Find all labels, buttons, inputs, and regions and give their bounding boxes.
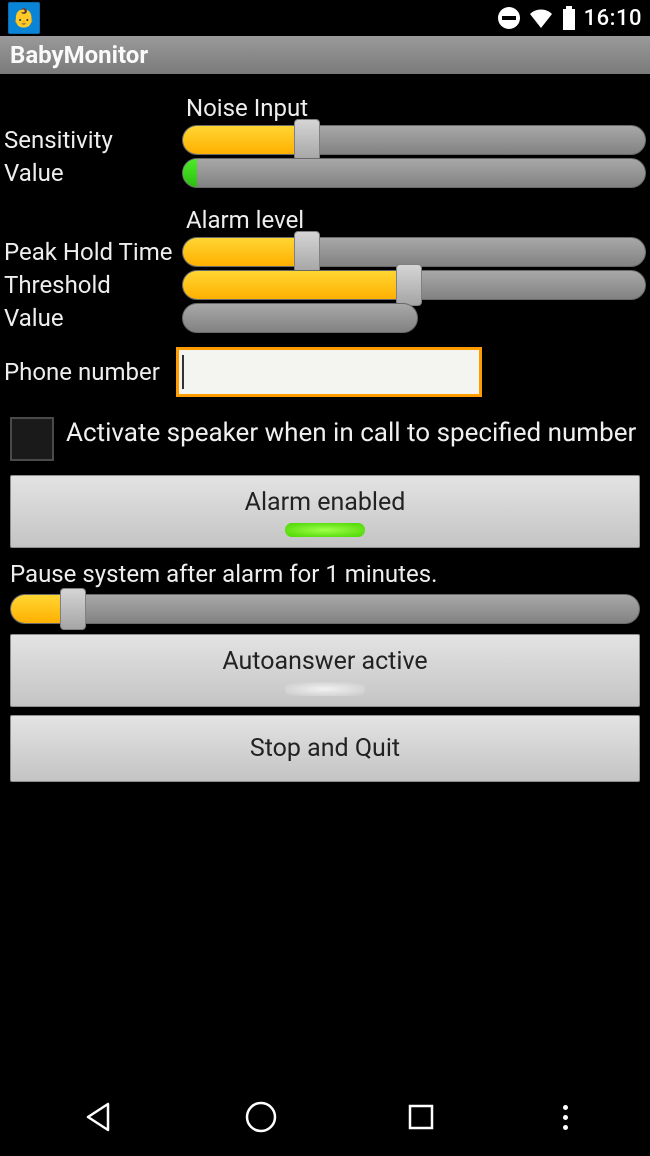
pause-label: Pause system after alarm for 1 minutes. bbox=[10, 560, 640, 588]
noise-value-bar bbox=[182, 158, 646, 188]
phone-number-input[interactable] bbox=[176, 347, 482, 397]
threshold-label: Threshold bbox=[4, 271, 182, 299]
home-button[interactable] bbox=[243, 1099, 279, 1135]
status-clock: 16:10 bbox=[584, 6, 642, 31]
autoanswer-indicator-icon bbox=[285, 682, 365, 696]
stop-quit-button[interactable]: Stop and Quit bbox=[10, 715, 640, 782]
alarm-value-label: Value bbox=[4, 304, 182, 332]
battery-icon bbox=[562, 6, 576, 30]
do-not-disturb-icon bbox=[498, 7, 520, 29]
activate-speaker-checkbox[interactable] bbox=[10, 417, 54, 461]
alarm-enabled-indicator-icon bbox=[285, 523, 365, 537]
back-button[interactable] bbox=[82, 1100, 116, 1134]
text-cursor-icon bbox=[182, 355, 184, 389]
noise-value-label: Value bbox=[4, 159, 182, 187]
stop-quit-label: Stop and Quit bbox=[250, 734, 400, 763]
sensitivity-label: Sensitivity bbox=[4, 126, 182, 154]
app-notification-icon: 👶 bbox=[8, 2, 40, 34]
sensitivity-slider[interactable] bbox=[182, 125, 646, 155]
alarm-enabled-label: Alarm enabled bbox=[245, 488, 406, 517]
threshold-slider[interactable] bbox=[182, 270, 646, 300]
peak-hold-slider[interactable] bbox=[182, 237, 646, 267]
alarm-enabled-button[interactable]: Alarm enabled bbox=[10, 475, 640, 548]
app-title: BabyMonitor bbox=[10, 41, 148, 69]
alarm-value-bar bbox=[182, 303, 646, 333]
phone-number-label: Phone number bbox=[4, 358, 176, 386]
app-title-bar: BabyMonitor bbox=[0, 36, 650, 74]
recent-apps-button[interactable] bbox=[406, 1102, 436, 1132]
peak-hold-label: Peak Hold Time bbox=[4, 238, 182, 266]
activate-speaker-label: Activate speaker when in call to specifi… bbox=[66, 417, 636, 450]
overflow-menu-button[interactable] bbox=[563, 1105, 568, 1130]
autoanswer-button[interactable]: Autoanswer active bbox=[10, 634, 640, 707]
status-bar: 👶 16:10 bbox=[0, 0, 650, 36]
navigation-bar bbox=[0, 1078, 650, 1156]
wifi-icon bbox=[528, 8, 554, 28]
pause-slider[interactable] bbox=[10, 594, 640, 624]
alarm-level-heading: Alarm level bbox=[186, 206, 646, 234]
noise-input-heading: Noise Input bbox=[186, 94, 646, 122]
autoanswer-label: Autoanswer active bbox=[222, 647, 427, 676]
